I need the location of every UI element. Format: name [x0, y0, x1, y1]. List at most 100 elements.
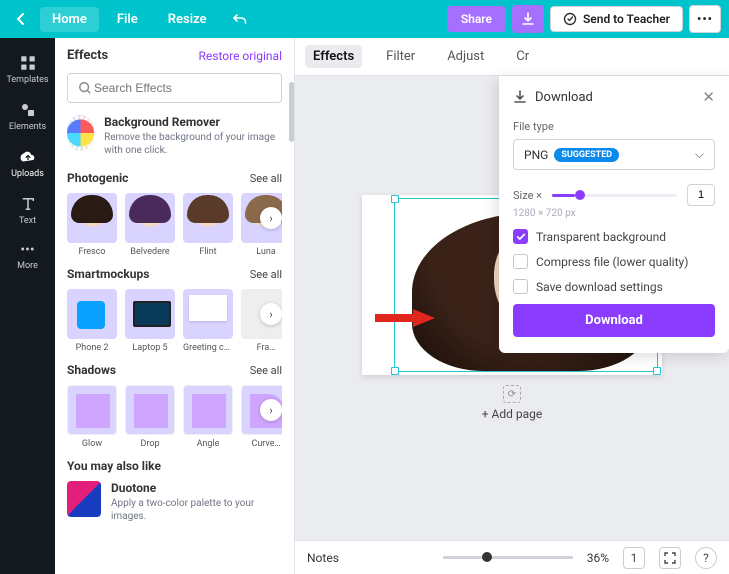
- scrollbar-thumb[interactable]: [289, 82, 294, 142]
- annotation-arrow: [375, 309, 435, 327]
- top-bar: Home File Resize Share Send to Teacher •…: [0, 0, 729, 38]
- rail-templates[interactable]: Templates: [0, 46, 55, 93]
- mockup-tile[interactable]: Phone 2: [67, 289, 117, 353]
- download-confirm-button[interactable]: Download: [513, 304, 715, 337]
- download-panel: Download ✕ File type PNG SUGGESTED ⌵ Siz…: [499, 76, 729, 353]
- undo-icon: [233, 13, 247, 25]
- zoom-slider[interactable]: [443, 556, 573, 559]
- file-type-select[interactable]: PNG SUGGESTED ⌵: [513, 139, 715, 170]
- scroll-right-button[interactable]: ›: [260, 303, 282, 325]
- add-page-button[interactable]: + Add page: [482, 407, 543, 421]
- fullscreen-button[interactable]: [659, 547, 681, 569]
- mockup-tile[interactable]: Laptop 5: [125, 289, 175, 353]
- checkbox-label: Compress file (lower quality): [536, 255, 688, 269]
- feature-title: Duotone: [111, 481, 282, 495]
- checkbox-label: Save download settings: [536, 280, 663, 294]
- download-button-top[interactable]: [512, 5, 544, 33]
- rail-more[interactable]: ••• More: [0, 234, 55, 279]
- share-button[interactable]: Share: [447, 6, 506, 32]
- undo-button[interactable]: [225, 8, 255, 30]
- tool-adjust[interactable]: Adjust: [439, 45, 492, 68]
- clock-check-icon: [563, 12, 577, 26]
- tool-crop[interactable]: Cr: [508, 45, 537, 68]
- checkbox-save-settings[interactable]: [513, 279, 528, 294]
- see-all-smartmockups[interactable]: See all: [250, 268, 282, 281]
- resize-handle-br[interactable]: [653, 367, 661, 375]
- section-title: Shadows: [67, 363, 116, 377]
- duotone-item[interactable]: Duotone Apply a two-color palette to you…: [67, 481, 282, 523]
- search-icon: [78, 81, 92, 95]
- send-to-teacher-button[interactable]: Send to Teacher: [550, 6, 683, 32]
- help-button[interactable]: ?: [695, 547, 717, 569]
- download-icon: [521, 12, 535, 26]
- tool-effects[interactable]: Effects: [305, 45, 362, 68]
- restore-original-link[interactable]: Restore original: [199, 49, 282, 63]
- bottom-bar: Notes 36% 1 ?: [295, 540, 729, 574]
- suggested-badge: SUGGESTED: [554, 148, 619, 162]
- effects-panel: Effects Restore original Background Remo…: [55, 38, 295, 574]
- section-smartmockups: Smartmockups See all Phone 2 Laptop 5 Gr…: [67, 267, 282, 353]
- elements-icon: [19, 101, 37, 119]
- more-icon: •••: [20, 242, 34, 258]
- shadow-tile[interactable]: Glow: [67, 385, 117, 449]
- close-download-button[interactable]: ✕: [702, 88, 715, 106]
- tool-filter[interactable]: Filter: [378, 45, 423, 68]
- ellipsis-icon: •••: [697, 12, 713, 26]
- file-menu[interactable]: File: [105, 7, 150, 32]
- chevron-left-icon: [16, 13, 26, 25]
- canvas-area: Effects Filter Adjust Cr: [295, 38, 729, 574]
- resize-menu[interactable]: Resize: [156, 7, 219, 32]
- search-effects-field[interactable]: [92, 80, 271, 96]
- notes-button[interactable]: Notes: [307, 551, 339, 565]
- panel-title: Effects: [67, 48, 108, 63]
- mockup-tile[interactable]: Greeting car…: [183, 289, 233, 353]
- size-slider[interactable]: [552, 194, 677, 197]
- shadow-tile[interactable]: Angle: [183, 385, 233, 449]
- download-icon: [513, 90, 527, 104]
- file-type-label: File type: [513, 120, 715, 133]
- file-type-value: PNG: [524, 148, 548, 162]
- see-all-photogenic[interactable]: See all: [250, 172, 282, 185]
- download-title: Download: [535, 90, 593, 105]
- resize-handle-bl[interactable]: [391, 367, 399, 375]
- rail-uploads[interactable]: Uploads: [0, 140, 55, 187]
- checkbox-label: Transparent background: [536, 230, 666, 244]
- section-title: Smartmockups: [67, 267, 149, 281]
- back-button[interactable]: [8, 8, 34, 30]
- text-icon: [19, 195, 37, 213]
- arrow-right-icon: [375, 309, 435, 327]
- section-title: You may also like: [67, 459, 161, 473]
- zoom-value: 36%: [587, 551, 609, 565]
- feature-desc: Apply a two-color palette to your images…: [111, 497, 282, 523]
- effect-tile[interactable]: Belvedere: [125, 193, 175, 257]
- duotone-icon: [67, 481, 101, 517]
- effect-tile[interactable]: Fresco: [67, 193, 117, 257]
- scroll-right-button[interactable]: ›: [260, 399, 282, 421]
- rail-text[interactable]: Text: [0, 187, 55, 234]
- section-also-like: You may also like Duotone Apply a two-co…: [67, 459, 282, 523]
- section-shadows: Shadows See all Glow Drop Angle Curve… ›: [67, 363, 282, 449]
- nav-rail: Templates Elements Uploads Text ••• More: [0, 38, 55, 574]
- dimension-hint: 1280 × 720 px: [513, 208, 715, 219]
- search-effects-input[interactable]: [67, 73, 282, 103]
- resize-handle-tl[interactable]: [391, 195, 399, 203]
- section-title: Photogenic: [67, 171, 128, 185]
- scroll-right-button[interactable]: ›: [260, 207, 282, 229]
- effect-tile[interactable]: Flint: [183, 193, 233, 257]
- uploads-icon: [19, 148, 37, 166]
- feature-title: Background Remover: [104, 115, 282, 129]
- chevron-down-icon: ⌵: [695, 147, 704, 162]
- page-indicator[interactable]: 1: [623, 547, 645, 569]
- size-label: Size ×: [513, 189, 542, 202]
- background-remover-item[interactable]: Background Remover Remove the background…: [67, 115, 282, 157]
- templates-icon: [19, 54, 37, 72]
- size-input[interactable]: [687, 184, 715, 206]
- home-button[interactable]: Home: [40, 7, 99, 32]
- top-more-button[interactable]: •••: [689, 5, 721, 33]
- checkbox-compress[interactable]: [513, 254, 528, 269]
- checkbox-transparent[interactable]: [513, 229, 528, 244]
- duplicate-page-button[interactable]: ⟳: [503, 385, 521, 403]
- shadow-tile[interactable]: Drop: [125, 385, 175, 449]
- rail-elements[interactable]: Elements: [0, 93, 55, 140]
- see-all-shadows[interactable]: See all: [250, 364, 282, 377]
